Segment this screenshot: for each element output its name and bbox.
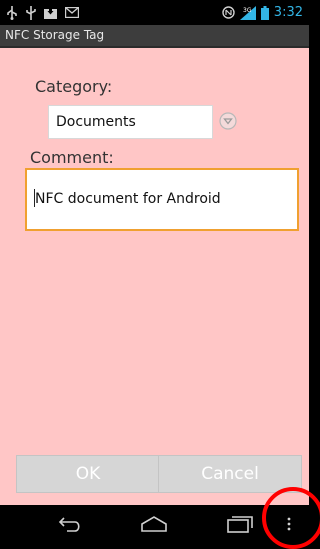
battery-icon [260,5,269,20]
ok-button[interactable]: OK [16,455,160,493]
download-icon [44,6,57,19]
navigation-bar [0,505,309,544]
comment-value: NFC document for Android [35,191,221,207]
dropdown-arrow-icon[interactable] [219,112,237,130]
form-area: Category: Documents Comment: NFC documen… [0,48,309,505]
signal-icon: 3G [239,5,256,20]
clock: 3:32 [273,5,303,20]
status-bar: 3G 3:32 [0,0,309,25]
recent-apps-icon[interactable] [226,514,254,538]
comment-input[interactable]: NFC document for Android [25,168,299,231]
back-icon[interactable] [57,514,83,538]
cancel-button[interactable]: Cancel [158,455,302,493]
home-icon[interactable] [140,514,168,538]
category-label: Category: [35,77,113,96]
title-bar: NFC Storage Tag [0,25,309,48]
usb-icon [6,5,18,20]
comment-label: Comment: [30,148,114,167]
nfc-icon [222,6,235,19]
usb-debug-icon [26,5,36,20]
svg-text:3G: 3G [243,7,252,14]
category-select[interactable]: Documents [48,105,213,139]
category-value: Documents [56,114,136,130]
menu-icon[interactable] [286,514,292,538]
mail-icon [65,7,79,18]
system-icons: 3G 3:32 [222,4,303,21]
notification-icons [6,5,79,20]
app-title: NFC Storage Tag [5,28,105,42]
